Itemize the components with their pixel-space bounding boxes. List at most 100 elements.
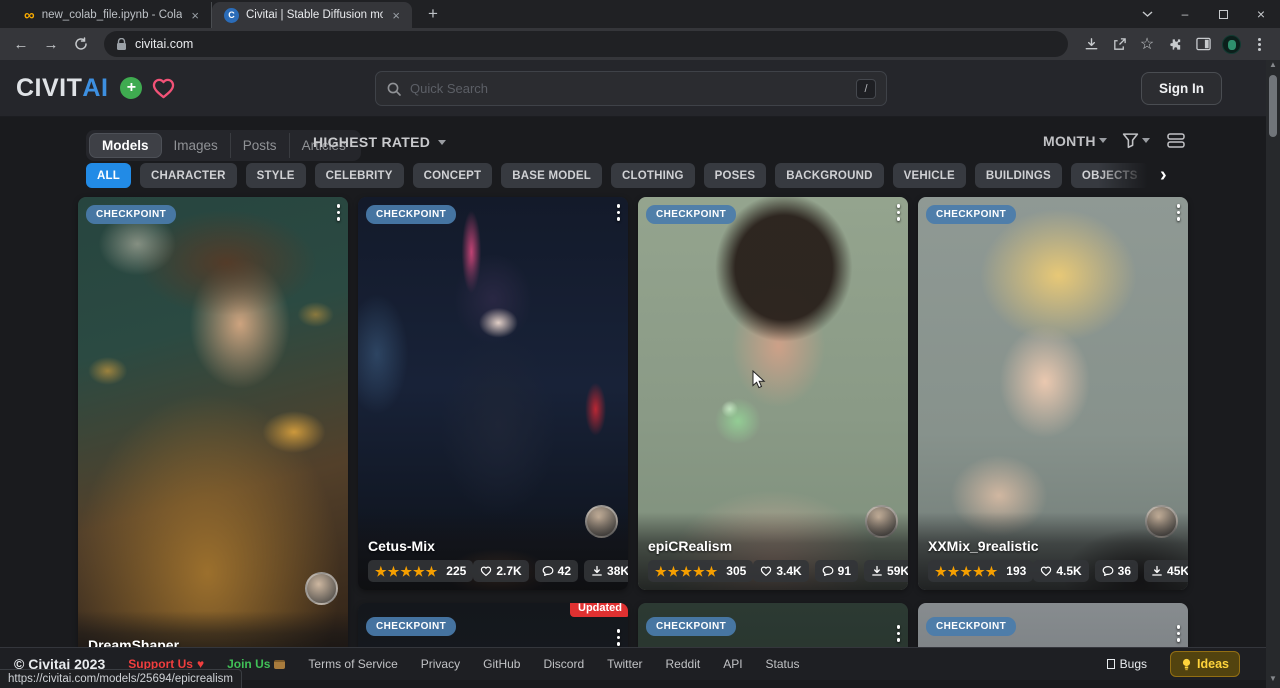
- creator-avatar[interactable]: [305, 572, 338, 605]
- comments-count: 91: [838, 564, 851, 578]
- close-window-button[interactable]: ×: [1242, 0, 1280, 28]
- model-card-xxmix9realistic[interactable]: CHECKPOINT XXMix_9realistic ★★★★★ 193 4.…: [918, 197, 1188, 590]
- scroll-up-icon[interactable]: ▲: [1269, 60, 1277, 72]
- chip-all[interactable]: ALL: [86, 163, 131, 188]
- new-tab-button[interactable]: +: [422, 4, 444, 28]
- chip-concept[interactable]: CONCEPT: [413, 163, 493, 188]
- tab-posts[interactable]: Posts: [230, 133, 289, 158]
- tab-strip: ∞ new_colab_file.ipynb - Colaborat × C C…: [0, 0, 1280, 28]
- search-shortcut-key: /: [856, 79, 876, 99]
- card-menu-kebab-icon[interactable]: [613, 200, 625, 225]
- chip-celebrity[interactable]: CELEBRITY: [315, 163, 404, 188]
- tab-models[interactable]: Models: [89, 133, 162, 158]
- card-menu-kebab-icon[interactable]: [613, 625, 625, 650]
- status-url-tooltip: https://civitai.com/models/25694/epicrea…: [0, 669, 242, 688]
- profile-avatar[interactable]: [1218, 31, 1244, 57]
- lightbulb-icon: [1181, 658, 1192, 671]
- footer-link-terms[interactable]: Terms of Service: [308, 657, 397, 671]
- footer-link-privacy[interactable]: Privacy: [421, 657, 460, 671]
- downloads-count: 45K: [1167, 564, 1188, 578]
- forward-icon[interactable]: →: [38, 31, 64, 57]
- page-scrollbar[interactable]: ▲ ▼: [1266, 60, 1280, 688]
- tab-search-chevron-icon[interactable]: [1128, 0, 1166, 28]
- share-icon[interactable]: [1106, 31, 1132, 57]
- civitai-logo[interactable]: CIVITAI: [16, 74, 108, 103]
- tab-colab[interactable]: ∞ new_colab_file.ipynb - Colaborat ×: [12, 2, 212, 28]
- model-name: Cetus-Mix: [368, 538, 618, 554]
- quick-search[interactable]: /: [375, 71, 887, 106]
- bookmark-star-icon[interactable]: ☆: [1134, 31, 1160, 57]
- toolbar-actions: ☆: [1078, 31, 1272, 57]
- card-menu-kebab-icon[interactable]: [1173, 200, 1185, 225]
- chip-base-model[interactable]: BASE MODEL: [501, 163, 602, 188]
- comments-chip: 36: [1095, 560, 1138, 582]
- likes-chip: 4.5K: [1033, 560, 1088, 582]
- footer-link-twitter[interactable]: Twitter: [607, 657, 642, 671]
- minimize-button[interactable]: –: [1166, 0, 1204, 28]
- layout-toggle-button[interactable]: [1167, 132, 1186, 149]
- bugs-button[interactable]: Bugs: [1107, 657, 1147, 671]
- sort-select[interactable]: HIGHEST RATED: [313, 134, 446, 150]
- reload-icon[interactable]: [68, 31, 94, 57]
- extensions-puzzle-icon[interactable]: [1162, 31, 1188, 57]
- chip-buildings[interactable]: BUILDINGS: [975, 163, 1062, 188]
- scroll-down-icon[interactable]: ▼: [1269, 674, 1277, 686]
- civitai-favicon-icon: C: [224, 8, 239, 23]
- model-card-epicrealism[interactable]: CHECKPOINT epiCRealism ★★★★★ 305 3.4K: [638, 197, 908, 590]
- card-menu-kebab-icon[interactable]: [893, 621, 905, 646]
- favorites-heart-icon[interactable]: [152, 78, 175, 99]
- footer-link-status[interactable]: Status: [766, 657, 800, 671]
- likes-chip: 3.4K: [753, 560, 808, 582]
- card-menu-kebab-icon[interactable]: [333, 200, 345, 225]
- star-rating-icons: ★★★★★: [935, 565, 997, 578]
- restore-button[interactable]: [1204, 0, 1242, 28]
- chips-scroll-right-icon[interactable]: ›: [1160, 163, 1167, 188]
- rating-count: 193: [1006, 564, 1026, 578]
- create-plus-button[interactable]: +: [120, 77, 142, 99]
- model-card-dreamshaper[interactable]: CHECKPOINT DreamShaper: [78, 197, 348, 667]
- chip-poses[interactable]: POSES: [704, 163, 767, 188]
- comment-icon: [1102, 565, 1114, 577]
- footer-link-github[interactable]: GitHub: [483, 657, 520, 671]
- category-chips: ALL CHARACTER STYLE CELEBRITY CONCEPT BA…: [86, 163, 1164, 188]
- card-menu-kebab-icon[interactable]: [893, 200, 905, 225]
- url-text: civitai.com: [135, 37, 193, 51]
- chevron-down-icon: [438, 140, 446, 145]
- likes-count: 2.7K: [496, 564, 521, 578]
- card-menu-kebab-icon[interactable]: [1173, 621, 1185, 646]
- filter-funnel-button[interactable]: [1122, 132, 1150, 149]
- chip-style[interactable]: STYLE: [246, 163, 306, 188]
- tab-images[interactable]: Images: [162, 133, 230, 158]
- heart-icon: [760, 565, 772, 577]
- sign-in-button[interactable]: Sign In: [1141, 72, 1222, 105]
- tab-title: Civitai | Stable Diffusion models,: [246, 9, 383, 21]
- side-panel-icon[interactable]: [1190, 31, 1216, 57]
- search-input[interactable]: [410, 81, 848, 96]
- footer-link-reddit[interactable]: Reddit: [666, 657, 701, 671]
- model-type-badge: CHECKPOINT: [926, 617, 1016, 636]
- chip-clothing[interactable]: CLOTHING: [611, 163, 695, 188]
- tab-civitai[interactable]: C Civitai | Stable Diffusion models, ×: [212, 2, 412, 28]
- downloads-chip: 45K: [1144, 560, 1188, 582]
- rating-chip: ★★★★★ 225: [368, 560, 473, 582]
- chips-fade: [1098, 160, 1164, 191]
- address-bar[interactable]: civitai.com: [104, 31, 1068, 57]
- chip-vehicle[interactable]: VEHICLE: [893, 163, 966, 188]
- comment-icon: [542, 565, 554, 577]
- model-card-cetus-mix[interactable]: CHECKPOINT Cetus-Mix ★★★★★ 225 2.7K: [358, 197, 628, 590]
- tab-close-icon[interactable]: ×: [390, 8, 402, 23]
- sort-label: HIGHEST RATED: [313, 134, 430, 150]
- chip-background[interactable]: BACKGROUND: [775, 163, 883, 188]
- scrollbar-thumb[interactable]: [1269, 75, 1277, 137]
- back-icon[interactable]: ←: [8, 31, 34, 57]
- footer-link-discord[interactable]: Discord: [543, 657, 584, 671]
- model-stats: ★★★★★ 225 2.7K 42: [368, 560, 618, 582]
- browser-menu-kebab-icon[interactable]: [1246, 31, 1272, 57]
- model-type-badge: CHECKPOINT: [366, 617, 456, 636]
- tab-close-icon[interactable]: ×: [189, 8, 201, 23]
- footer-link-api[interactable]: API: [723, 657, 742, 671]
- download-icon[interactable]: [1078, 31, 1104, 57]
- chip-character[interactable]: CHARACTER: [140, 163, 237, 188]
- period-select[interactable]: MONTH: [1043, 133, 1107, 149]
- ideas-button[interactable]: Ideas: [1170, 651, 1240, 677]
